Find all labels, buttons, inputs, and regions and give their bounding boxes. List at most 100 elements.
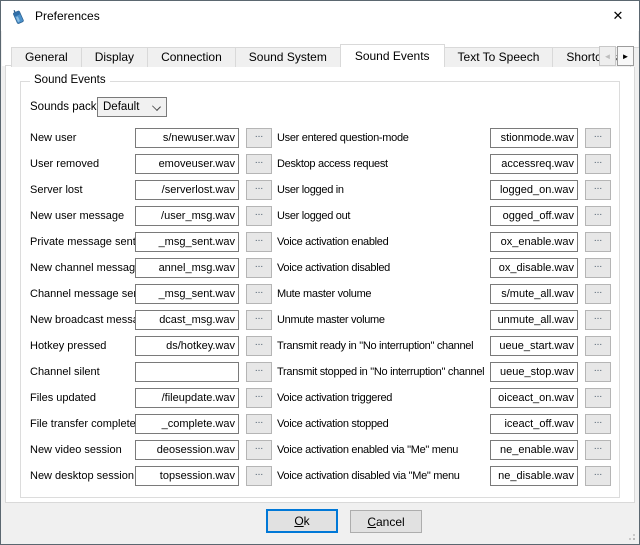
sound-file-input[interactable] bbox=[490, 154, 578, 174]
resize-grip-icon[interactable] bbox=[625, 530, 636, 541]
sound-file-input[interactable] bbox=[135, 180, 239, 200]
sound-event-row: Voice activation enabled... bbox=[277, 229, 619, 255]
tab-general[interactable]: General bbox=[11, 47, 82, 67]
sound-file-input[interactable] bbox=[135, 206, 239, 226]
sound-file-input[interactable] bbox=[490, 440, 578, 460]
sound-events-right-column: User entered question-mode...Desktop acc… bbox=[277, 125, 619, 489]
sound-file-input[interactable] bbox=[490, 232, 578, 252]
sound-file-input[interactable] bbox=[490, 466, 578, 486]
sound-event-label: Voice activation stopped bbox=[277, 418, 490, 430]
tab-sound-system[interactable]: Sound System bbox=[235, 47, 341, 67]
browse-button[interactable]: ... bbox=[246, 232, 272, 252]
browse-button[interactable]: ... bbox=[246, 466, 272, 486]
sound-event-row: Voice activation disabled via "Me" menu.… bbox=[277, 463, 619, 489]
browse-button[interactable]: ... bbox=[585, 128, 611, 148]
sound-event-row: Private message sent... bbox=[30, 229, 277, 255]
browse-button[interactable]: ... bbox=[585, 310, 611, 330]
sound-file-input[interactable] bbox=[135, 440, 239, 460]
sound-event-row: New broadcast message... bbox=[30, 307, 277, 333]
tab-sound-events[interactable]: Sound Events bbox=[340, 44, 445, 67]
browse-button[interactable]: ... bbox=[585, 180, 611, 200]
sound-event-row: User entered question-mode... bbox=[277, 125, 619, 151]
sound-file-input[interactable] bbox=[135, 414, 239, 434]
sound-file-input[interactable] bbox=[135, 232, 239, 252]
sound-file-input[interactable] bbox=[135, 284, 239, 304]
sounds-pack-label: Sounds pack bbox=[30, 101, 97, 113]
sound-file-input[interactable] bbox=[490, 414, 578, 434]
sound-file-input[interactable] bbox=[135, 128, 239, 148]
sound-file-input[interactable] bbox=[135, 388, 239, 408]
browse-button[interactable]: ... bbox=[246, 128, 272, 148]
sound-event-row: New channel message... bbox=[30, 255, 277, 281]
sound-file-input[interactable] bbox=[490, 336, 578, 356]
browse-button[interactable]: ... bbox=[246, 336, 272, 356]
sound-event-label: Server lost bbox=[30, 184, 135, 196]
tab-scroll-right-icon[interactable]: ► bbox=[617, 46, 634, 66]
sound-event-row: Transmit ready in "No interruption" chan… bbox=[277, 333, 619, 359]
browse-button[interactable]: ... bbox=[585, 154, 611, 174]
browse-button[interactable]: ... bbox=[246, 284, 272, 304]
sound-event-row: Transmit stopped in "No interruption" ch… bbox=[277, 359, 619, 385]
tab-connection[interactable]: Connection bbox=[147, 47, 236, 67]
sound-file-input[interactable] bbox=[490, 180, 578, 200]
sound-file-input[interactable] bbox=[490, 258, 578, 278]
sound-file-input[interactable] bbox=[490, 310, 578, 330]
sound-events-groupbox: Sound Events Sounds pack Default New use… bbox=[20, 81, 620, 498]
browse-button[interactable]: ... bbox=[585, 336, 611, 356]
sound-file-input[interactable] bbox=[490, 362, 578, 382]
browse-button[interactable]: ... bbox=[246, 440, 272, 460]
tab-scroll-left-icon[interactable]: ◄ bbox=[599, 46, 616, 66]
sound-file-input[interactable] bbox=[135, 362, 239, 382]
sound-event-label: Voice activation disabled bbox=[277, 262, 490, 274]
browse-button[interactable]: ... bbox=[585, 414, 611, 434]
sound-event-label: New broadcast message bbox=[30, 314, 135, 326]
sound-event-row: New user message... bbox=[30, 203, 277, 229]
browse-button[interactable]: ... bbox=[585, 362, 611, 382]
sound-event-label: Desktop access request bbox=[277, 158, 490, 170]
sound-file-input[interactable] bbox=[490, 284, 578, 304]
sound-event-row: Channel silent... bbox=[30, 359, 277, 385]
browse-button[interactable]: ... bbox=[585, 232, 611, 252]
close-button[interactable]: ✕ bbox=[597, 1, 639, 31]
browse-button[interactable]: ... bbox=[585, 466, 611, 486]
browse-button[interactable]: ... bbox=[246, 414, 272, 434]
sound-event-row: Unmute master volume... bbox=[277, 307, 619, 333]
title-bar: Preferences ✕ bbox=[1, 1, 639, 31]
sound-event-row: File transfer complete... bbox=[30, 411, 277, 437]
browse-button[interactable]: ... bbox=[585, 440, 611, 460]
browse-button[interactable]: ... bbox=[585, 258, 611, 278]
sound-event-row: User logged in... bbox=[277, 177, 619, 203]
sound-file-input[interactable] bbox=[490, 206, 578, 226]
sounds-pack-dropdown[interactable]: Default bbox=[97, 97, 167, 117]
browse-button[interactable]: ... bbox=[585, 206, 611, 226]
browse-button[interactable]: ... bbox=[246, 180, 272, 200]
sound-file-input[interactable] bbox=[135, 310, 239, 330]
ok-button[interactable]: Ok bbox=[266, 509, 338, 533]
sound-event-row: Channel message sent... bbox=[30, 281, 277, 307]
sound-file-input[interactable] bbox=[490, 388, 578, 408]
browse-button[interactable]: ... bbox=[246, 154, 272, 174]
app-icon bbox=[10, 8, 27, 25]
sound-file-input[interactable] bbox=[135, 258, 239, 278]
sound-event-label: Mute master volume bbox=[277, 288, 490, 300]
sound-file-input[interactable] bbox=[490, 128, 578, 148]
browse-button[interactable]: ... bbox=[246, 388, 272, 408]
browse-button[interactable]: ... bbox=[246, 310, 272, 330]
browse-button[interactable]: ... bbox=[246, 206, 272, 226]
browse-button[interactable]: ... bbox=[585, 388, 611, 408]
browse-button[interactable]: ... bbox=[246, 362, 272, 382]
sound-file-input[interactable] bbox=[135, 154, 239, 174]
browse-button[interactable]: ... bbox=[585, 284, 611, 304]
sound-event-label: Voice activation enabled bbox=[277, 236, 490, 248]
cancel-button[interactable]: Cancel bbox=[350, 510, 422, 533]
browse-button[interactable]: ... bbox=[246, 258, 272, 278]
sound-file-input[interactable] bbox=[135, 466, 239, 486]
sound-event-row: Desktop access request... bbox=[277, 151, 619, 177]
tab-text-to-speech[interactable]: Text To Speech bbox=[444, 47, 554, 67]
sound-file-input[interactable] bbox=[135, 336, 239, 356]
tab-display[interactable]: Display bbox=[81, 47, 148, 67]
sound-event-row: Hotkey pressed... bbox=[30, 333, 277, 359]
sound-event-label: Transmit stopped in "No interruption" ch… bbox=[277, 366, 490, 378]
sound-event-row: Voice activation triggered... bbox=[277, 385, 619, 411]
sound-event-row: Voice activation enabled via "Me" menu..… bbox=[277, 437, 619, 463]
